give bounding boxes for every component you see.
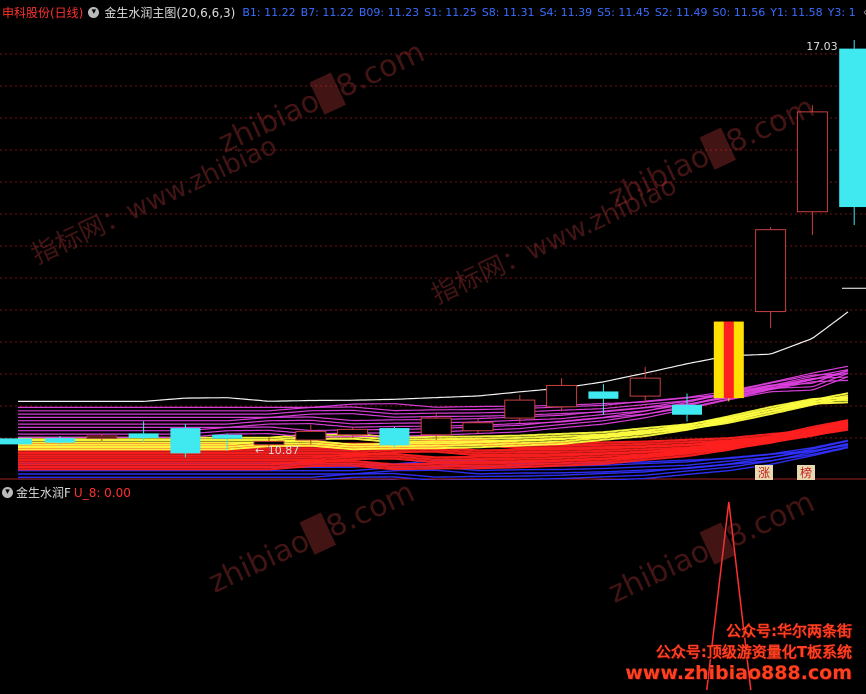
level-readout: Y1: 11.58 xyxy=(770,6,823,19)
level-readout: S2: 11.49 xyxy=(654,6,708,19)
high-price-label: 17.03 xyxy=(806,40,838,53)
candle-body-down xyxy=(128,433,159,439)
candle-body-down xyxy=(672,404,702,415)
main-chart-panel[interactable]: 17.03 ← 10.87 涨 榜 申科股份(日线) ▾ 金生水润主图(20,6,6,… xyxy=(0,0,866,485)
candle-body-down xyxy=(212,434,243,439)
candle-body-up xyxy=(629,377,661,397)
candle-body-down xyxy=(45,438,75,443)
sub-header: ▾ 金生水润F U_8: 0.00 xyxy=(2,484,131,501)
promo-line-2: 公众号:顶级游资量化T板系统 xyxy=(655,643,852,661)
candle-body-up xyxy=(295,430,327,441)
level-readout: B09: 11.23 xyxy=(358,6,420,19)
level-readout: Y3: 1 xyxy=(827,6,856,19)
level-readout: S8: 11.31 xyxy=(481,6,535,19)
sub-indicator-name: 金生水润F xyxy=(16,486,71,500)
candle-body-down xyxy=(588,391,619,399)
level-readouts: B1: 11.22 B7: 11.22 B09: 11.23 S1: 11.25 S8:… xyxy=(242,5,860,19)
candle-body-down xyxy=(170,428,201,454)
sub-indicator-toggle-icon[interactable]: ▾ xyxy=(2,487,13,498)
candle-limit-stripe xyxy=(723,321,734,399)
candle-body-up xyxy=(420,417,452,436)
candle-body-up xyxy=(462,422,494,432)
indicator-name: 金生水润主图(20,6,6,3) xyxy=(104,5,236,20)
candle-body-up xyxy=(546,384,578,408)
sub-chart-panel[interactable]: ▾ 金生水润F U_8: 0.00 zhibiao█8.com zhibiao█… xyxy=(0,475,866,691)
level-readout: B1: 11.22 xyxy=(242,6,296,19)
level-readout: S0: 11.56 xyxy=(712,6,766,19)
promo-url: www.zhibiao888.com xyxy=(625,662,852,684)
candle-body-up xyxy=(796,111,828,213)
bang-tag: 榜 xyxy=(800,465,812,480)
zhang-tag: 涨 xyxy=(758,465,770,480)
stock-name: 申科股份(日线) xyxy=(2,5,84,20)
level-readout: S4: 11.39 xyxy=(539,6,593,19)
level-readout: S1: 11.25 xyxy=(424,6,477,19)
sub-value-label: U_8: 0.00 xyxy=(73,485,131,500)
level-readout: S5: 11.45 xyxy=(597,6,650,19)
candle-body-up xyxy=(337,428,369,436)
candle-body-down xyxy=(839,48,866,208)
candle-body-up xyxy=(504,399,536,419)
candle-body-up xyxy=(755,229,787,313)
indicator-toggle-icon[interactable]: ▾ xyxy=(88,6,100,18)
low-price-label: ← 10.87 xyxy=(255,444,299,457)
main-header: 申科股份(日线) ▾ 金生水润主图(20,6,6,3) B1: 11.22 B7:… xyxy=(2,4,866,20)
promo-line-1: 公众号:华尔两条街 xyxy=(726,622,852,640)
candle-body-down xyxy=(379,428,410,446)
level-readout: B7: 11.22 xyxy=(300,6,354,19)
left-edge-marker xyxy=(0,438,32,445)
main-chart-svg[interactable]: 17.03 ← 10.87 涨 榜 xyxy=(0,0,866,485)
candle-body-up xyxy=(86,435,118,439)
